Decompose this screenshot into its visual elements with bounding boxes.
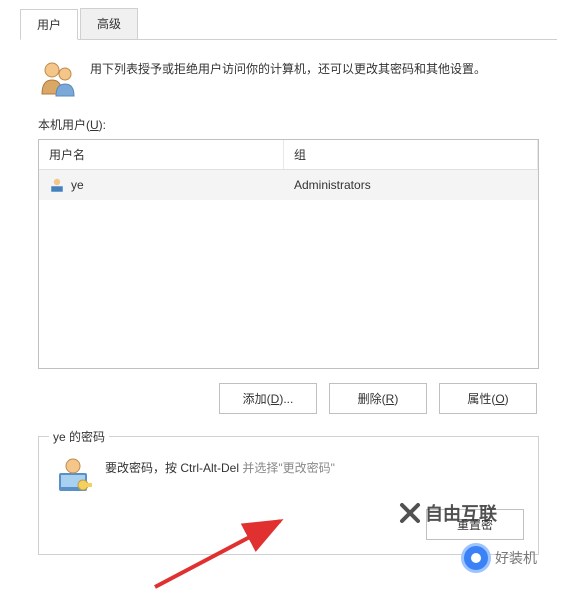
password-group: ye 的密码 要改密码，按 Ctrl-Alt-Del 并选择"更改密码" [38,436,539,555]
col-header-group[interactable]: 组 [284,140,538,169]
cell-group: Administrators [284,175,538,195]
reset-button-row: 重置密 [53,509,524,540]
user-icon [49,177,65,193]
tab-strip: 用户 高级 [20,8,557,40]
users-button-row: 添加(D)... 删除(R) 属性(O) [38,383,539,414]
tab-users[interactable]: 用户 [20,9,78,40]
list-header: 用户名 组 [39,140,538,170]
users-icon [38,58,78,98]
password-hint-text: 要改密码，按 Ctrl-Alt-Del 并选择"更改密码" [105,455,335,476]
users-list-label: 本机用户(U): [38,116,539,133]
user-accounts-dialog: 用户 高级 用下列表授予或拒绝用户访问你的计算机，还可以更改其密码和其他设置。 … [0,0,577,565]
info-row: 用下列表授予或拒绝用户访问你的计算机，还可以更改其密码和其他设置。 [38,58,539,98]
password-group-title: ye 的密码 [49,428,109,445]
add-button[interactable]: 添加(D)... [219,383,317,414]
users-list[interactable]: 用户名 组 ye Administrators [38,139,539,369]
cell-username: ye [39,175,284,195]
table-row[interactable]: ye Administrators [39,170,538,200]
properties-button[interactable]: 属性(O) [439,383,537,414]
tab-advanced[interactable]: 高级 [80,8,138,39]
password-row: 要改密码，按 Ctrl-Alt-Del 并选择"更改密码" [53,455,524,495]
info-text: 用下列表授予或拒绝用户访问你的计算机，还可以更改其密码和其他设置。 [90,58,486,79]
key-user-icon [53,455,93,495]
username-text: ye [71,178,84,192]
remove-button[interactable]: 删除(R) [329,383,427,414]
reset-password-button[interactable]: 重置密 [426,509,524,540]
col-header-username[interactable]: 用户名 [39,140,284,169]
tab-content-users: 用下列表授予或拒绝用户访问你的计算机，还可以更改其密码和其他设置。 本机用户(U… [20,40,557,565]
